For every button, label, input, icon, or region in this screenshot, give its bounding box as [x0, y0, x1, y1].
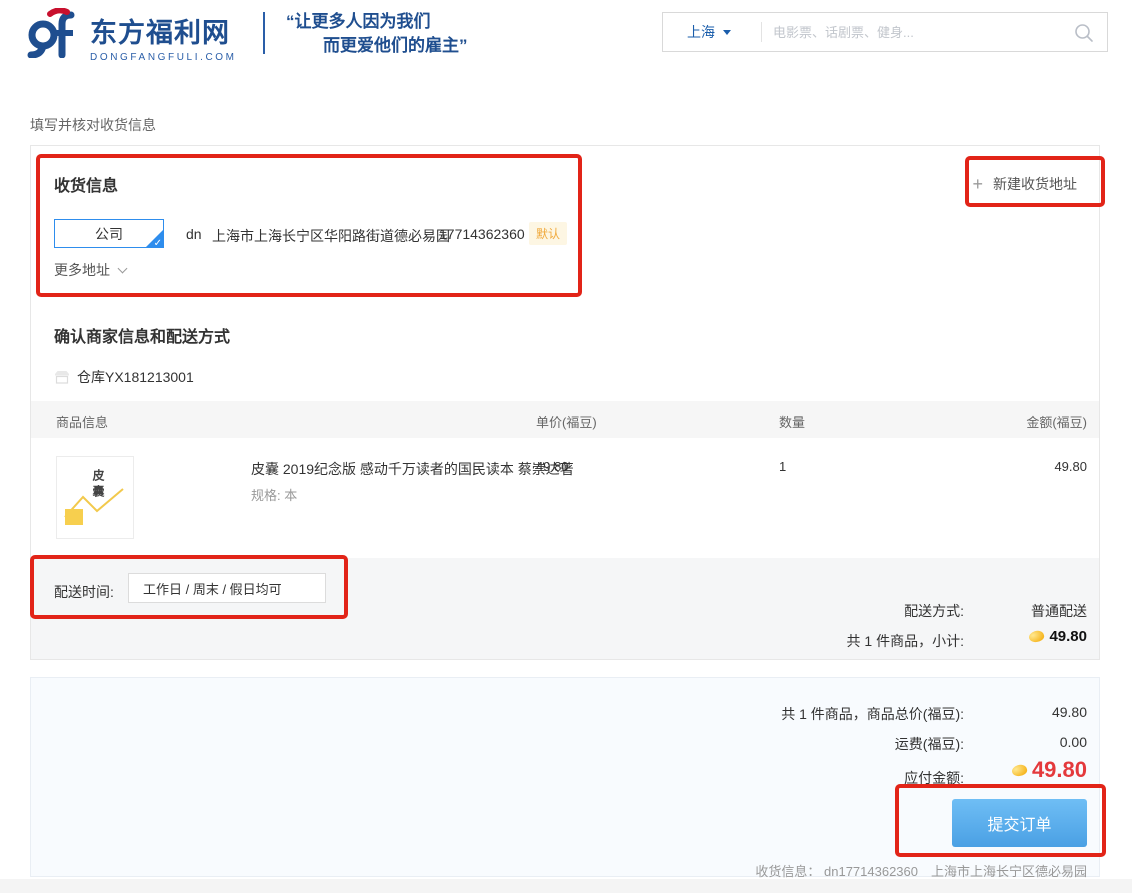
summary-card: 共 1 件商品，商品总价(福豆): 49.80 运费(福豆): 0.00 应付金… [30, 677, 1100, 877]
warehouse-label: 仓库YX181213001 [77, 367, 194, 387]
total-price-label: 共 1 件商品，商品总价(福豆): [781, 704, 964, 724]
footer-shipping-value: dn17714362360 上海市上海长宁区德必易园 [824, 864, 1087, 879]
delivery-time-select[interactable]: 工作日 / 周末 / 假日均可 [128, 573, 326, 603]
chevron-down-icon [118, 263, 128, 273]
chevron-down-icon [723, 30, 731, 35]
product-thumbnail[interactable]: 皮囊 [56, 456, 134, 539]
warehouse-row: 仓库YX181213001 [54, 367, 194, 387]
store-icon [54, 370, 70, 384]
recipient-name: dn [186, 226, 202, 242]
subtotal-label: 共 1 件商品，小计: [847, 631, 964, 651]
shipping-fee-label: 运费(福豆): [895, 734, 964, 754]
logo-icon [26, 8, 82, 58]
payable-amount: 49.80 [1032, 757, 1087, 783]
product-title[interactable]: 皮囊 2019纪念版 感动千万读者的国民读本 蔡崇达著 [251, 459, 574, 479]
table-header: 商品信息 单价(福豆) 数量 金额(福豆) [31, 401, 1099, 438]
delivery-method-value: 普通配送 [1031, 601, 1087, 621]
header-divider [263, 12, 265, 54]
product-spec: 规格: 本 [251, 485, 297, 504]
cover-title: 皮囊 [90, 469, 107, 501]
checkout-page: 东方福利网 DONGFANGFULI.COM “让更多人因为我们 而更爱他们的雇… [0, 0, 1132, 893]
default-badge: 默认 [529, 222, 567, 245]
delivery-band: 配送时间: 工作日 / 周末 / 假日均可 配送方式: 普通配送 共 1 件商品… [31, 558, 1099, 659]
submit-order-button[interactable]: 提交订单 [952, 799, 1087, 847]
tagline-line2: 而更爱他们的雇主” [286, 34, 468, 58]
order-form-card: 收货信息 + 新建收货地址 公司 ✓ dn 上海市上海长宁区华阳路街道德必易园 … [30, 145, 1100, 660]
tagline: “让更多人因为我们 而更爱他们的雇主” [286, 10, 468, 58]
more-addresses-label: 更多地址 [54, 260, 110, 280]
check-icon: ✓ [154, 238, 162, 248]
plus-icon: + [972, 177, 983, 191]
more-addresses-toggle[interactable]: 更多地址 [54, 260, 126, 280]
shipping-fee-value: 0.00 [1060, 734, 1087, 750]
bean-icon [1028, 629, 1046, 644]
bean-icon [1011, 762, 1029, 777]
product-price: 49.80 [536, 459, 569, 474]
search-box: 上海 [662, 12, 1108, 52]
total-price-value: 49.80 [1052, 704, 1087, 720]
col-amount: 金额(福豆) [1026, 412, 1087, 431]
recipient-address: 上海市上海长宁区华阳路街道德必易园 [212, 226, 450, 246]
payable-label: 应付金额: [904, 768, 964, 788]
search-icon[interactable] [1074, 23, 1094, 43]
site-header: 东方福利网 DONGFANGFULI.COM “让更多人因为我们 而更爱他们的雇… [0, 0, 1132, 66]
shipping-section-title: 收货信息 [54, 172, 118, 196]
recipient-phone: 17714362360 [439, 226, 525, 242]
new-address-label: 新建收货地址 [993, 174, 1077, 194]
col-quantity: 数量 [779, 412, 805, 431]
city-label: 上海 [687, 22, 715, 42]
new-address-button[interactable]: + 新建收货地址 [972, 174, 1077, 194]
product-amount: 49.80 [1054, 459, 1087, 474]
col-product: 商品信息 [56, 412, 108, 431]
footer-shipping-label: 收货信息： [755, 864, 820, 879]
delivery-time-value: 工作日 / 周末 / 假日均可 [143, 579, 282, 598]
col-unit-price: 单价(福豆) [536, 412, 597, 431]
logo-domain: DONGFANGFULI.COM [90, 52, 237, 63]
subtotal-amount: 49.80 [1049, 628, 1087, 645]
search-divider [761, 22, 762, 42]
address-tag-label: 公司 [95, 224, 123, 244]
city-selector[interactable]: 上海 [663, 13, 755, 51]
logo-name: 东方福利网 [90, 11, 237, 50]
product-qty: 1 [779, 459, 786, 474]
delivery-time-label: 配送时间: [54, 582, 114, 602]
footer-shipping-info: 收货信息： dn17714362360 上海市上海长宁区德必易园 [755, 861, 1087, 880]
cover-accent [65, 509, 83, 525]
merchant-section-title: 确认商家信息和配送方式 [54, 323, 230, 347]
address-tag-company[interactable]: 公司 ✓ [54, 219, 164, 248]
tagline-line1: “让更多人因为我们 [286, 10, 468, 34]
payable-value-row: 49.80 [1012, 757, 1087, 783]
page-footer-strip [0, 879, 1132, 893]
logo-text: 东方福利网 DONGFANGFULI.COM [90, 11, 237, 63]
subtotal-value-row: 49.80 [1029, 628, 1087, 645]
search-input[interactable] [773, 14, 1063, 50]
page-title: 填写并核对收货信息 [30, 115, 156, 135]
delivery-method-label: 配送方式: [904, 601, 964, 621]
